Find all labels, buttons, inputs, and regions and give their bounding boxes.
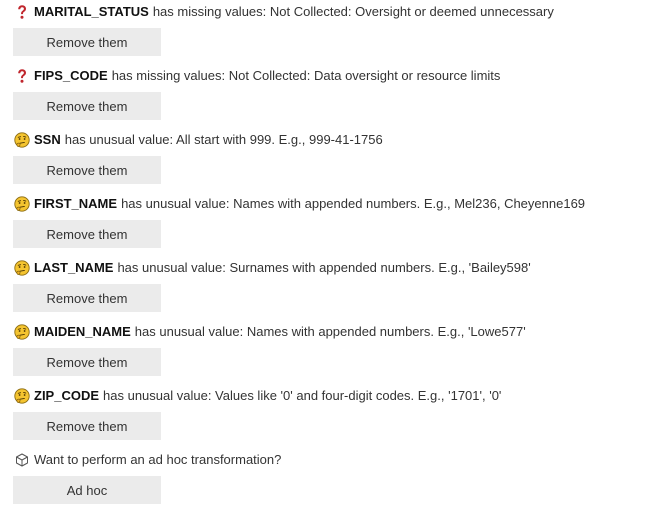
thinking-face-icon — [13, 196, 30, 213]
issue-message: has unusual value: Values like '0' and f… — [103, 388, 502, 403]
question-mark-icon — [13, 4, 30, 21]
remove-them-button[interactable]: Remove them — [13, 348, 161, 376]
issue-message: has missing values: Not Collected: Overs… — [152, 4, 554, 19]
column-name: MARITAL_STATUS — [34, 4, 149, 19]
issue-item: FIPS_CODE has missing values: Not Collec… — [13, 66, 646, 120]
cube-icon — [13, 452, 30, 469]
column-name: FIRST_NAME — [34, 196, 118, 211]
issue-item: LAST_NAME has unusual value: Surnames wi… — [13, 258, 646, 312]
remove-them-button[interactable]: Remove them — [13, 284, 161, 312]
issue-line: ZIP_CODE has unusual value: Values like … — [13, 386, 646, 406]
remove-them-button[interactable]: Remove them — [13, 220, 161, 248]
issue-item: ZIP_CODE has unusual value: Values like … — [13, 386, 646, 440]
issue-item: MAIDEN_NAME has unusual value: Names wit… — [13, 322, 646, 376]
issue-line: LAST_NAME has unusual value: Surnames wi… — [13, 258, 646, 278]
adhoc-item: Want to perform an ad hoc transformation… — [13, 450, 646, 504]
column-name: LAST_NAME — [34, 260, 114, 275]
question-mark-icon — [13, 68, 30, 85]
issue-message: has missing values: Not Collected: Data … — [111, 68, 501, 83]
data-issues-list: MARITAL_STATUS has missing values: Not C… — [0, 0, 646, 504]
issue-line: FIPS_CODE has missing values: Not Collec… — [13, 66, 646, 86]
issue-item: FIRST_NAME has unusual value: Names with… — [13, 194, 646, 248]
column-name: MAIDEN_NAME — [34, 324, 131, 339]
remove-them-button[interactable]: Remove them — [13, 156, 161, 184]
thinking-face-icon — [13, 132, 30, 149]
issue-line: MARITAL_STATUS has missing values: Not C… — [13, 2, 646, 22]
column-name: ZIP_CODE — [34, 388, 100, 403]
ad-hoc-button[interactable]: Ad hoc — [13, 476, 161, 504]
issue-message: has unusual value: Surnames with appende… — [117, 260, 531, 275]
issue-message: has unusual value: Names with appended n… — [121, 196, 586, 211]
issue-message: has unusual value: All start with 999. E… — [64, 132, 383, 147]
column-name: SSN — [34, 132, 61, 147]
adhoc-prompt: Want to perform an ad hoc transformation… — [34, 452, 282, 467]
remove-them-button[interactable]: Remove them — [13, 92, 161, 120]
issue-line: FIRST_NAME has unusual value: Names with… — [13, 194, 646, 214]
issue-line: MAIDEN_NAME has unusual value: Names wit… — [13, 322, 646, 342]
adhoc-line: Want to perform an ad hoc transformation… — [13, 450, 646, 470]
issue-item: SSN has unusual value: All start with 99… — [13, 130, 646, 184]
thinking-face-icon — [13, 324, 30, 341]
issue-item: MARITAL_STATUS has missing values: Not C… — [13, 2, 646, 56]
issue-message: has unusual value: Names with appended n… — [134, 324, 526, 339]
remove-them-button[interactable]: Remove them — [13, 28, 161, 56]
column-name: FIPS_CODE — [34, 68, 108, 83]
thinking-face-icon — [13, 388, 30, 405]
issue-line: SSN has unusual value: All start with 99… — [13, 130, 646, 150]
remove-them-button[interactable]: Remove them — [13, 412, 161, 440]
thinking-face-icon — [13, 260, 30, 277]
